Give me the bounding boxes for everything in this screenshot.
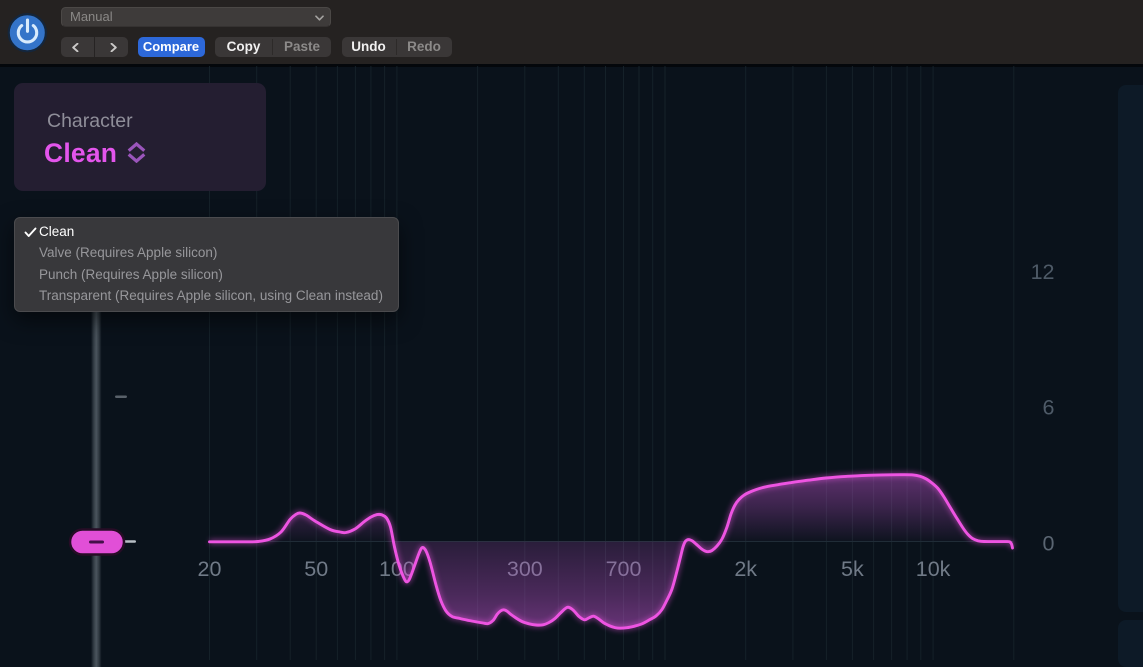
svg-text:10k: 10k [916, 557, 951, 581]
svg-text:0: 0 [1043, 532, 1055, 556]
svg-text:12: 12 [1031, 260, 1055, 284]
svg-text:5k: 5k [841, 557, 864, 581]
svg-text:20: 20 [198, 557, 222, 581]
svg-text:6: 6 [1043, 396, 1055, 420]
svg-text:50: 50 [304, 557, 328, 581]
svg-text:2k: 2k [734, 557, 757, 581]
